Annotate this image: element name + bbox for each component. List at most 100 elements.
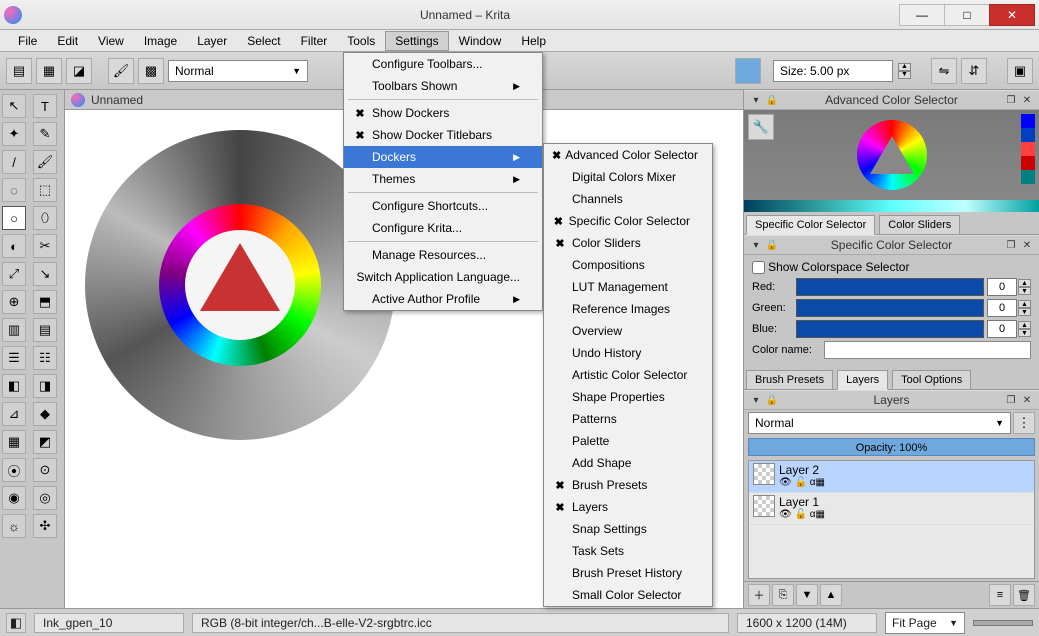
tab-layers[interactable]: Layers [837, 370, 888, 390]
gradient-icon[interactable]: ▤ [6, 58, 32, 84]
menu-help[interactable]: Help [511, 31, 556, 51]
duplicate-layer-button[interactable]: ⎘ [772, 584, 794, 606]
menu-file[interactable]: File [8, 31, 47, 51]
float-icon[interactable]: ❐ [1004, 93, 1018, 107]
menu-image[interactable]: Image [134, 31, 187, 51]
color-name-input[interactable] [824, 341, 1031, 359]
menuitem-snap-settings[interactable]: Snap Settings [544, 518, 712, 540]
menuitem-configure-toolbars-[interactable]: Configure Toolbars... [344, 53, 542, 75]
menuitem-layers[interactable]: ✖Layers [544, 496, 712, 518]
brush-texture-icon[interactable]: ▩ [138, 58, 164, 84]
fg-bg-swap-icon[interactable]: ◪ [66, 58, 92, 84]
blend-mode-combo[interactable]: Normal ▼ [168, 60, 308, 82]
tool-29[interactable]: ◎ [33, 486, 57, 510]
mirror-v-icon[interactable]: ⇵ [961, 58, 987, 84]
tab-tool-options[interactable]: Tool Options [892, 370, 971, 390]
wrench-icon[interactable]: 🔧 [748, 114, 774, 140]
add-layer-button[interactable]: ＋ [748, 584, 770, 606]
menu-settings[interactable]: Settings [385, 31, 448, 51]
move-down-button[interactable]: ▼ [796, 584, 818, 606]
settings-menu-dropdown[interactable]: Configure Toolbars...Toolbars Shown▶ ✖Sho… [343, 52, 543, 311]
tool-15[interactable]: ⬒ [33, 290, 57, 314]
menuitem-small-color-selector[interactable]: Small Color Selector [544, 584, 712, 606]
menu-edit[interactable]: Edit [47, 31, 88, 51]
menuitem-lut-management[interactable]: LUT Management [544, 276, 712, 298]
menuitem-channels[interactable]: Channels [544, 188, 712, 210]
menuitem-overview[interactable]: Overview [544, 320, 712, 342]
move-up-button[interactable]: ▲ [820, 584, 842, 606]
menuitem-dockers[interactable]: Dockers▶ [344, 146, 542, 168]
menuitem-add-shape[interactable]: Add Shape [544, 452, 712, 474]
mirror-h-icon[interactable]: ⇋ [931, 58, 957, 84]
tool-22[interactable]: ⊿ [2, 402, 26, 426]
tool-7[interactable]: ⬚ [33, 178, 57, 202]
layer-props-button[interactable]: ≡ [989, 584, 1011, 606]
color-history-bar[interactable] [744, 200, 1039, 212]
brush-preset-icon[interactable]: 🖌 [108, 58, 134, 84]
tool-25[interactable]: ◩ [33, 430, 57, 454]
size-up[interactable]: ▲ [898, 63, 911, 71]
tool-11[interactable]: ✂ [33, 234, 57, 258]
tool-20[interactable]: ◧ [2, 374, 26, 398]
menuitem-compositions[interactable]: Compositions [544, 254, 712, 276]
tool-2[interactable]: ✦ [2, 122, 26, 146]
workspace-icon[interactable]: ▣ [1007, 58, 1033, 84]
blue-slider[interactable] [796, 320, 984, 338]
layer-item[interactable]: Layer 2👁 🔓 α▦ [749, 461, 1034, 493]
zoom-combo[interactable]: Fit Page▼ [885, 612, 965, 634]
delete-layer-button[interactable]: 🗑 [1013, 584, 1035, 606]
show-colorspace-check[interactable] [752, 261, 765, 274]
menuitem-configure-shortcuts-[interactable]: Configure Shortcuts... [344, 195, 542, 217]
tab-brush-presets[interactable]: Brush Presets [746, 370, 833, 390]
tool-26[interactable]: ⦿ [2, 458, 26, 482]
tool-28[interactable]: ◉ [2, 486, 26, 510]
dockers-submenu-dropdown[interactable]: ✖Advanced Color SelectorDigital Colors M… [543, 143, 713, 607]
menuitem-specific-color-selector[interactable]: ✖Specific Color Selector [544, 210, 712, 232]
menuitem-artistic-color-selector[interactable]: Artistic Color Selector [544, 364, 712, 386]
document-tab[interactable]: Unnamed [91, 93, 143, 107]
menu-window[interactable]: Window [449, 31, 512, 51]
menuitem-toolbars-shown[interactable]: Toolbars Shown▶ [344, 75, 542, 97]
menuitem-show-dockers[interactable]: ✖Show Dockers [344, 102, 542, 124]
red-slider[interactable] [796, 278, 984, 296]
menuitem-switch-application-language-[interactable]: Switch Application Language... [344, 266, 542, 288]
tool-21[interactable]: ◨ [33, 374, 57, 398]
tool-1[interactable]: T [33, 94, 57, 118]
size-down[interactable]: ▼ [898, 71, 911, 79]
menuitem-active-author-profile[interactable]: Active Author Profile▶ [344, 288, 542, 310]
tool-30[interactable]: ☼ [2, 514, 26, 538]
menuitem-reference-images[interactable]: Reference Images [544, 298, 712, 320]
layer-opacity-slider[interactable]: Opacity: 100% [748, 438, 1035, 456]
menuitem-shape-properties[interactable]: Shape Properties [544, 386, 712, 408]
advanced-color-selector[interactable]: 🔧 [744, 110, 1039, 200]
status-icon[interactable]: ◧ [6, 613, 26, 633]
tab-specific-color[interactable]: Specific Color Selector [746, 215, 875, 235]
collapse-icon[interactable]: ▾ [749, 93, 763, 107]
pattern-icon[interactable]: ▦ [36, 58, 62, 84]
menuitem-task-sets[interactable]: Task Sets [544, 540, 712, 562]
tool-4[interactable]: / [2, 150, 26, 174]
blue-value[interactable]: 0 [987, 320, 1017, 338]
tool-5[interactable]: 🖌 [33, 150, 57, 174]
maximize-button[interactable]: □ [944, 4, 990, 26]
layer-filter-icon[interactable]: ⋮ [1013, 412, 1035, 434]
menuitem-color-sliders[interactable]: ✖Color Sliders [544, 232, 712, 254]
green-value[interactable]: 0 [987, 299, 1017, 317]
tool-10[interactable]: ◐ [2, 234, 26, 258]
menu-select[interactable]: Select [237, 31, 290, 51]
menuitem-brush-preset-history[interactable]: Brush Preset History [544, 562, 712, 584]
menu-view[interactable]: View [88, 31, 134, 51]
lock-icon[interactable]: 🔒 [765, 93, 779, 107]
tool-0[interactable]: ↖ [2, 94, 26, 118]
color-swatch[interactable] [735, 58, 761, 84]
close-button[interactable]: ✕ [989, 4, 1035, 26]
tool-16[interactable]: ▥ [2, 318, 26, 342]
menu-tools[interactable]: Tools [337, 31, 385, 51]
tool-3[interactable]: ✎ [33, 122, 57, 146]
tab-color-sliders[interactable]: Color Sliders [879, 215, 960, 235]
menuitem-palette[interactable]: Palette [544, 430, 712, 452]
tool-19[interactable]: ☷ [33, 346, 57, 370]
tool-6[interactable]: ◌ [2, 178, 26, 202]
close-panel-icon[interactable]: ✕ [1020, 93, 1034, 107]
menuitem-undo-history[interactable]: Undo History [544, 342, 712, 364]
